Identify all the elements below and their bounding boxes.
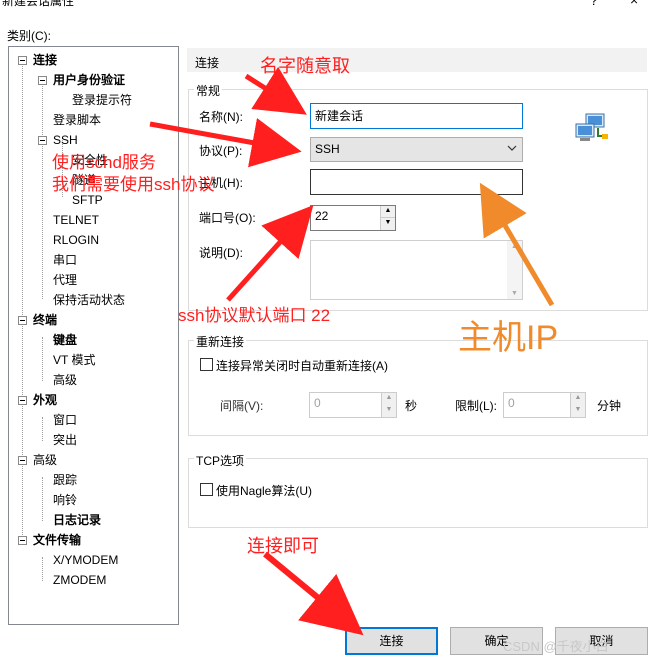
arrow-to-connect [263,551,364,636]
arrow-to-name [244,66,307,115]
arrow-to-host [479,182,555,307]
annotation-port-note: ssh协议默认端口 22 [178,306,331,325]
annotation-host-note: 主机IP [458,319,559,357]
annotation-connect-note: 连接即可 [247,536,319,556]
annotation-protocol-note-2: 我们需要使用ssh协议 [52,175,215,194]
arrow-to-protocol [149,118,302,168]
annotation-name-note: 名字随意取 [260,56,350,76]
arrow-to-port [226,205,314,302]
watermark: CSDN @千夜小白 [503,639,609,654]
